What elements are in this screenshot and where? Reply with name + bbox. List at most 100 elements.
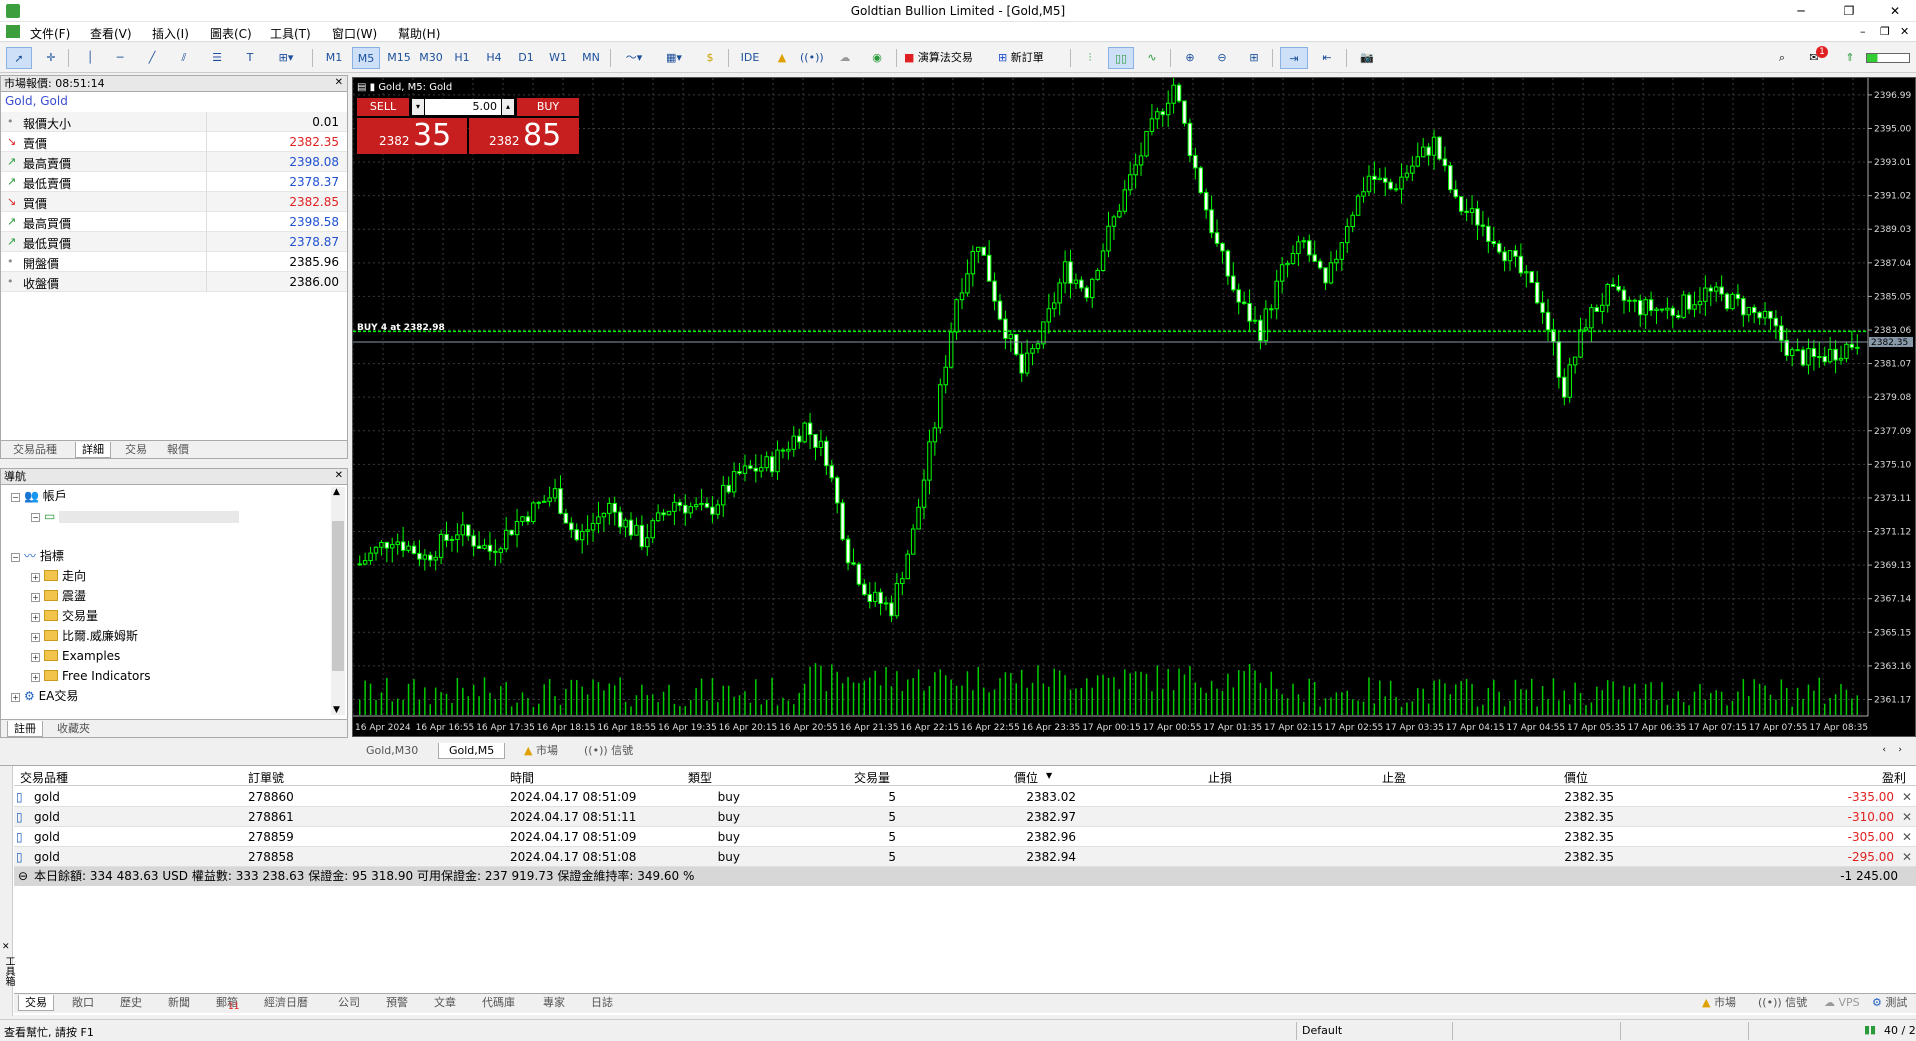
navigator-scrollbar[interactable]: ▲ ▼ (331, 487, 345, 715)
col-current[interactable]: 價位 (1564, 769, 1588, 786)
scroll-up-icon[interactable]: ▲ (333, 487, 340, 497)
nav-indicators[interactable]: − 〰 指標 (11, 547, 64, 565)
nav-examples[interactable]: + Examples (31, 647, 120, 665)
market-watch-row[interactable]: ↗ 最低賣價 2378.37 (1, 172, 347, 192)
table-row[interactable]: ▯ gold 278860 2024.04.17 08:51:09 buy 5 2383.0… (14, 787, 1916, 807)
tab-signals[interactable]: ((•)) 信號 (578, 743, 639, 759)
tf-h1[interactable]: H1 (450, 47, 474, 69)
close-order-icon[interactable]: ✕ (1902, 810, 1912, 824)
tab-market[interactable]: ▲ 市場 (518, 743, 564, 759)
toolbox-tab[interactable]: 交易 (18, 995, 54, 1011)
templates-icon[interactable]: ▦▾ (658, 47, 690, 69)
col-type[interactable]: 類型 (688, 769, 712, 786)
toolbox-tab[interactable]: 日誌 (585, 995, 619, 1011)
tf-m15[interactable]: M15 (384, 47, 414, 69)
maximize-icon[interactable]: ❐ (1834, 2, 1864, 20)
market-watch-row[interactable]: ↗ 最高賣價 2398.08 (1, 152, 347, 172)
candles-icon[interactable]: ▯▯ (1108, 47, 1134, 69)
table-row[interactable]: ▯ gold 278861 2024.04.17 08:51:11 buy 5 2382.9… (14, 807, 1916, 827)
col-time[interactable]: 時間 (510, 769, 534, 786)
menu-tools[interactable]: 工具(T) (270, 25, 311, 42)
col-profit[interactable]: 盈利 (1882, 769, 1906, 786)
new-order-button[interactable]: ⊞ 新訂單 (998, 47, 1064, 69)
cursor-icon[interactable]: ➚ (6, 47, 32, 69)
price-chart[interactable]: 2396.99 2395.00 2393.01 2391.02 2389.03 2387.… (353, 78, 1915, 736)
market-watch-row[interactable]: • 收盤價 2386.00 (1, 272, 347, 292)
mdi-minimize-icon[interactable]: – (1860, 25, 1866, 38)
col-tp[interactable]: 止盈 (1382, 769, 1406, 786)
bag-icon[interactable]: ▲ (772, 47, 792, 69)
connection-icon[interactable]: ▮▮ (1864, 1023, 1876, 1036)
crosshair-icon[interactable]: ✛ (40, 47, 62, 69)
toolbox-tester[interactable]: ⚙ 測試 (1866, 995, 1913, 1011)
toolbox-vps[interactable]: ☁ VPS (1818, 995, 1866, 1011)
scroll-down-icon[interactable]: ▼ (333, 705, 340, 715)
tabs-scroll-right-icon[interactable]: › (1898, 745, 1902, 755)
line-chart-icon[interactable]: ∿ (1140, 47, 1164, 69)
tf-mn[interactable]: MN (578, 47, 604, 69)
toolbox-tab[interactable]: 預警 (380, 995, 414, 1011)
horizontal-line-icon[interactable]: ─ (110, 47, 130, 69)
status-profile[interactable]: Default (1302, 1024, 1342, 1037)
toolbox-tab[interactable]: 公司 (332, 995, 366, 1011)
volume-down-icon[interactable]: ▾ (412, 99, 424, 115)
zoom-in-icon[interactable]: ⊕ (1178, 47, 1202, 69)
toolbox-tab[interactable]: 代碼庫 (476, 995, 521, 1011)
nav-accounts[interactable]: − 👥 帳戶 (11, 487, 67, 505)
toolbox-tab[interactable]: 專家 (537, 995, 571, 1011)
tf-m30[interactable]: M30 (416, 47, 446, 69)
toolbox-tab[interactable]: 新聞 (162, 995, 196, 1011)
chart-window[interactable]: 2396.99 2395.00 2393.01 2391.02 2389.03 2387.… (352, 77, 1916, 737)
bar-chart-icon[interactable]: ⫶ (1078, 47, 1102, 69)
tab-trading[interactable]: 交易 (119, 442, 153, 458)
tabs-scroll-left-icon[interactable]: ‹ (1882, 745, 1886, 755)
toolbox-tab[interactable]: 歷史 (114, 995, 148, 1011)
sell-price-box[interactable]: 2382 35 (357, 118, 467, 154)
search-icon[interactable]: ⌕ (1772, 47, 1792, 69)
close-order-icon[interactable]: ✕ (1902, 790, 1912, 804)
menu-chart[interactable]: 圖表(C) (210, 25, 252, 42)
toolbox-tab[interactable]: 經濟日曆 (258, 995, 314, 1011)
nav-trend[interactable]: + 走向 (31, 567, 86, 585)
collapse-icon[interactable]: ⊖ (18, 867, 28, 886)
autoscroll-icon[interactable]: ⇥ (1280, 47, 1308, 69)
lvl-icon[interactable]: ⇑ (1840, 47, 1860, 69)
menu-view[interactable]: 查看(V) (90, 25, 132, 42)
market-watch-row[interactable]: • 開盤價 2385.96 (1, 252, 347, 272)
toolbox-tab[interactable]: 文章 (428, 995, 462, 1011)
algo-trading-button[interactable]: ■ 演算法交易 (904, 47, 988, 69)
tab-favorites[interactable]: 收藏夾 (51, 721, 96, 737)
nav-volumes[interactable]: + 交易量 (31, 607, 98, 625)
nav-experts[interactable]: + ⚙ EA交易 (11, 687, 78, 705)
buy-price-box[interactable]: 2382 85 (469, 118, 579, 154)
minimize-icon[interactable]: ─ (1786, 2, 1816, 20)
toolbox-close-icon[interactable]: ✕ (2, 942, 10, 952)
tf-h4[interactable]: H4 (482, 47, 506, 69)
col-symbol[interactable]: 交易品種 (20, 769, 68, 786)
close-icon[interactable]: ✕ (1880, 2, 1910, 20)
tab-gold-m30[interactable]: Gold,M30 (356, 743, 428, 759)
mdi-close-icon[interactable]: ✕ (1900, 25, 1909, 38)
screenshot-icon[interactable]: 📷 (1354, 47, 1380, 69)
fibo-icon[interactable]: ☰ (206, 47, 228, 69)
table-row[interactable]: ▯ gold 278858 2024.04.17 08:51:08 buy 5 2382.9… (14, 847, 1916, 867)
tf-m1[interactable]: M1 (320, 47, 348, 69)
menu-file[interactable]: 文件(F) (30, 25, 70, 42)
toolbox-signals[interactable]: ((•)) 信號 (1752, 995, 1813, 1011)
scroll-thumb[interactable] (332, 521, 344, 671)
market-watch-close-icon[interactable]: ✕ (335, 77, 343, 88)
volume-up-icon[interactable]: ▴ (502, 99, 514, 115)
nav-bill-williams[interactable]: + 比爾.威廉姆斯 (31, 627, 138, 645)
tab-common[interactable]: 註冊 (7, 721, 43, 737)
tab-ticks[interactable]: 報價 (161, 442, 195, 458)
chart-type-icon[interactable]: 〜▾ (618, 47, 650, 69)
text-icon[interactable]: T (240, 47, 260, 69)
ide-button[interactable]: IDE (736, 47, 764, 69)
nav-free-indicators[interactable]: + Free Indicators (31, 667, 151, 685)
close-order-icon[interactable]: ✕ (1902, 850, 1912, 864)
tab-gold-m5[interactable]: Gold,M5 (438, 743, 506, 759)
col-sl[interactable]: 止損 (1208, 769, 1232, 786)
shapes-icon[interactable]: ⊞▾ (270, 47, 302, 69)
market-watch-symbol[interactable]: Gold, Gold (5, 94, 68, 108)
menu-help[interactable]: 幫助(H) (398, 25, 440, 42)
